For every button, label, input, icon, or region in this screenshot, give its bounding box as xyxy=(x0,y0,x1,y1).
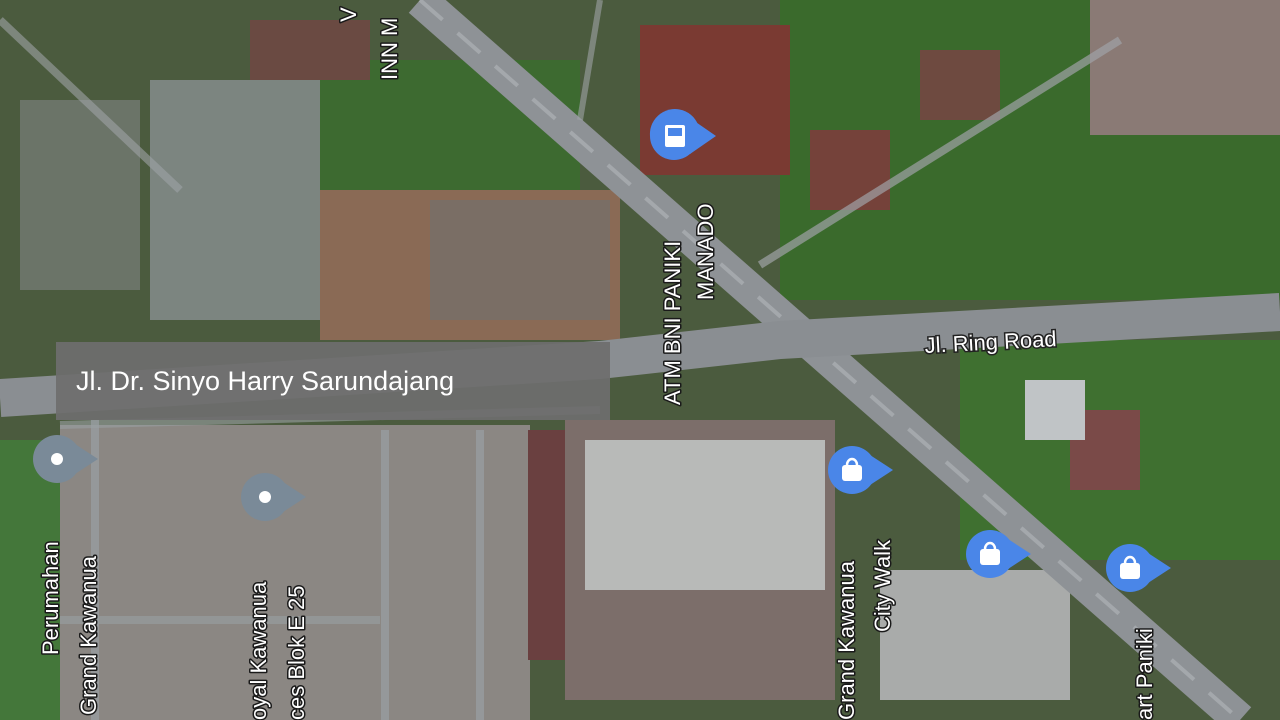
residential-block xyxy=(1090,0,1280,135)
residential-block xyxy=(250,20,370,80)
building-roof xyxy=(1025,380,1085,440)
street-name-label[interactable]: Jl. Dr. Sinyo Harry Sarundajang xyxy=(56,342,610,420)
building-roof xyxy=(920,50,1000,120)
residential-block xyxy=(150,80,320,320)
residential-block xyxy=(20,100,140,290)
mall-roof xyxy=(585,440,825,590)
poi-label-atm-line2: MANADO xyxy=(693,203,718,300)
poi-label-royal-line2: ces Blok E 25 xyxy=(284,585,309,720)
building-roof xyxy=(528,430,568,660)
poi-label-paniki: art Paniki xyxy=(1132,628,1157,720)
poi-label-atm-line1: ATM BNI PANIKI xyxy=(660,241,685,405)
poi-label-citywalk-line2: City Walk xyxy=(870,539,895,632)
bare-land xyxy=(430,200,610,320)
poi-label-perumahan-line2: Grand Kawanua xyxy=(76,555,101,715)
poi-label-perumahan-line1: Perumahan xyxy=(38,541,63,655)
poi-label-inn-line1: V xyxy=(336,7,361,22)
mall-roof xyxy=(880,570,1070,700)
poi-label-royal-line1: oyal Kawanua xyxy=(246,581,271,720)
poi-label-citywalk-line1: Grand Kawanua xyxy=(834,560,859,720)
poi-label-inn-line2: INN M xyxy=(377,18,402,80)
building-roof xyxy=(810,130,890,210)
